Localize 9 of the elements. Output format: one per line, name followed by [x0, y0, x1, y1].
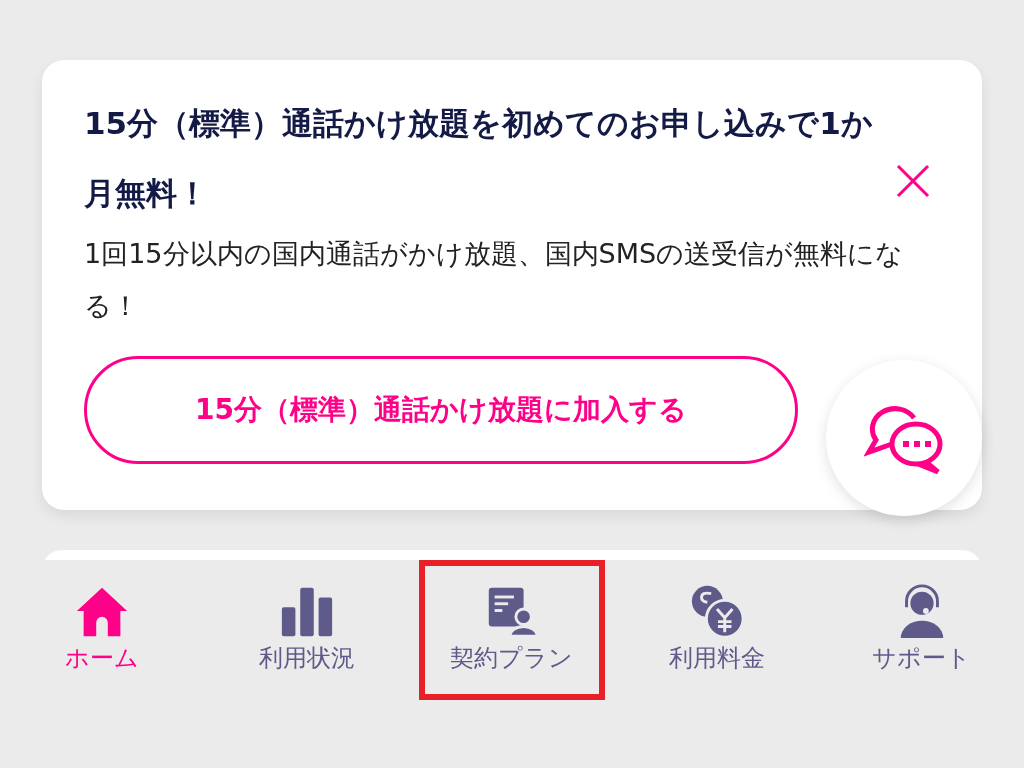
join-button[interactable]: 15分（標準）通話かけ放題に加入する	[84, 356, 798, 464]
nav-tab[interactable]: 契約プラン	[419, 560, 605, 700]
nav-tab[interactable]: 利用状況	[204, 560, 410, 700]
close-icon[interactable]	[896, 164, 930, 198]
nav-tab[interactable]: サポート	[819, 560, 1024, 700]
nav-tab[interactable]: ホーム	[0, 560, 205, 700]
banner-text: 1回15分以内の国内通話がかけ放題、国内SMSの送受信が無料になる！	[84, 237, 905, 323]
nav-tab[interactable]: 利用料金	[614, 560, 820, 700]
banner-title: 15分（標準）通話かけ放題を初めてのお申し込みで1か月無料！	[84, 104, 874, 213]
